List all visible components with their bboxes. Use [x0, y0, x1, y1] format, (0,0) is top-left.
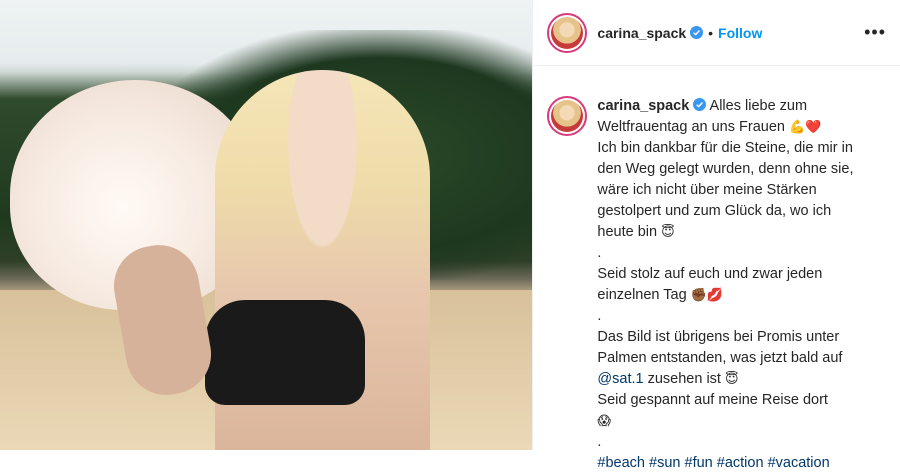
hashtag-link[interactable]: #vacation — [768, 455, 830, 471]
hashtag-link[interactable]: #fun — [685, 455, 713, 471]
post-caption: carina_spack Alles liebe zum Weltfrauent… — [533, 66, 900, 474]
black-bikini — [205, 300, 365, 405]
instagram-post: carina_spack • Follow ••• carina_spack A… — [0, 0, 900, 471]
caption-line-1-emoji: 💪❤️ — [788, 120, 822, 135]
hashtag-link[interactable]: #sun — [649, 455, 680, 471]
hashtag-link[interactable]: #beach — [597, 455, 645, 471]
follow-button[interactable]: Follow — [718, 25, 762, 41]
verified-badge-icon — [693, 98, 707, 111]
post-header: carina_spack • Follow ••• — [533, 0, 900, 66]
verified-badge-icon — [690, 26, 704, 39]
caption-username-link[interactable]: carina_spack — [597, 98, 689, 114]
caption-dot-1: . — [597, 245, 602, 261]
post-sidebar: carina_spack • Follow ••• carina_spack A… — [532, 0, 900, 471]
caption-line-4b: zusehen ist — [643, 371, 725, 387]
caption-line-2: Ich bin dankbar für die Steine, die mir … — [597, 140, 854, 240]
username-link[interactable]: carina_spack — [597, 25, 686, 41]
caption-text: carina_spack Alles liebe zum Weltfrauent… — [597, 96, 857, 474]
post-photo[interactable] — [0, 0, 533, 450]
hashtag-link[interactable]: #action — [717, 455, 764, 471]
caption-line-5-emoji: 😱 — [597, 414, 611, 429]
hashtags: #beach #sun #fun #action #vacation — [597, 453, 857, 474]
caption-line-4-emoji: 😇 — [724, 372, 739, 387]
separator-dot: • — [708, 24, 714, 41]
caption-avatar[interactable] — [547, 96, 588, 136]
mention-link[interactable]: @sat.1 — [597, 371, 643, 387]
caption-line-5: Seid gespannt auf meine Reise dort — [597, 392, 828, 408]
caption-dot-2: . — [597, 308, 602, 324]
avatar[interactable] — [547, 12, 588, 53]
caption-line-4a: Das Bild ist übrigens bei Promis unter P… — [597, 329, 843, 366]
caption-line-2-emoji: 😇 — [661, 225, 675, 240]
more-options-icon[interactable]: ••• — [864, 22, 886, 43]
caption-line-3-emoji: ✊🏾💋 — [690, 288, 724, 303]
